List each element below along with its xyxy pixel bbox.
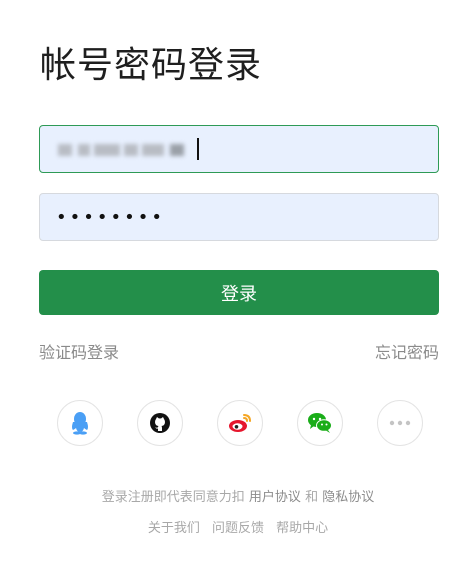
footer-links: 关于我们 问题反馈 帮助中心 bbox=[0, 517, 476, 536]
wechat-login-button[interactable] bbox=[297, 400, 343, 446]
password-mask: •••••••• bbox=[56, 206, 165, 228]
feedback-link[interactable]: 问题反馈 bbox=[212, 521, 264, 536]
weibo-login-button[interactable] bbox=[217, 400, 263, 446]
github-icon bbox=[150, 413, 170, 433]
agreement-notice: 登录注册即代表同意力扣 用户协议 和 隐私协议 bbox=[0, 486, 476, 505]
agreement-and: 和 bbox=[305, 490, 319, 505]
username-field[interactable] bbox=[39, 125, 439, 173]
forgot-password-link[interactable]: 忘记密码 bbox=[375, 339, 439, 363]
social-login-row bbox=[57, 400, 423, 446]
privacy-agreement-link[interactable]: 隐私协议 bbox=[322, 490, 374, 505]
help-center-link[interactable]: 帮助中心 bbox=[276, 521, 328, 536]
password-field[interactable]: •••••••• bbox=[39, 193, 439, 241]
user-agreement-link[interactable]: 用户协议 bbox=[249, 490, 301, 505]
more-login-options-button[interactable] bbox=[377, 400, 423, 446]
login-button[interactable]: 登录 bbox=[39, 270, 439, 315]
wechat-icon bbox=[308, 413, 332, 433]
github-login-button[interactable] bbox=[137, 400, 183, 446]
page-title: 帐号密码登录 bbox=[40, 45, 263, 86]
username-blurred-value bbox=[58, 141, 184, 159]
sms-login-link[interactable]: 验证码登录 bbox=[39, 339, 119, 363]
weibo-icon bbox=[229, 414, 251, 432]
qq-icon bbox=[72, 412, 88, 435]
text-caret bbox=[197, 138, 199, 160]
about-us-link[interactable]: 关于我们 bbox=[148, 521, 200, 536]
agreement-prefix: 登录注册即代表同意力扣 bbox=[101, 490, 245, 505]
more-icon bbox=[389, 420, 411, 426]
qq-login-button[interactable] bbox=[57, 400, 103, 446]
